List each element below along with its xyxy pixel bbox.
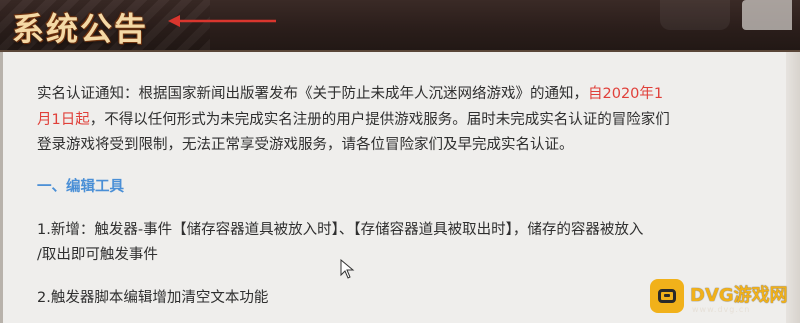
notice-line-3: 登录游戏将受到限制，无法正常享受游戏服务，请各位冒险家们及早完成实名认证。: [37, 137, 574, 153]
gamepad-icon: [650, 279, 684, 313]
list-item-1-line-2: /取出即可触发事件: [37, 247, 158, 263]
page-title: 系统公告: [12, 10, 149, 48]
section-heading-editor-tools: 一、编辑工具: [37, 179, 124, 195]
announcement-header: 系统公告: [0, 0, 800, 52]
highlight-date: 自2020年1: [588, 86, 664, 102]
watermark-logo: DVG游戏网 www.dvg.cn: [650, 275, 795, 319]
highlight-date-cont: 月1日起: [37, 112, 90, 128]
list-item-2: 2.触发器脚本编辑增加清空文本功能: [37, 290, 269, 306]
red-arrow-annotation-icon: [168, 15, 276, 27]
watermark-brand: DVG游戏网: [690, 285, 788, 306]
list-item-1-line-1: 1.新增：触发器-事件【储存容器道具被放入时】、【存储容器道具被取出时】，储存的…: [37, 222, 644, 238]
header-decoration: [660, 0, 730, 30]
close-button-area[interactable]: [742, 0, 792, 30]
mouse-cursor-icon: [340, 259, 355, 279]
watermark-url: www.dvg.cn: [692, 305, 751, 314]
notice-line-2: 月1日起，不得以任何形式为未完成实名注册的用户提供游戏服务。届时未完成实名认证的…: [37, 112, 670, 128]
notice-line-1: 实名认证通知：根据国家新闻出版署发布《关于防止未成年人沉迷网络游戏》的通知，自2…: [37, 86, 664, 102]
